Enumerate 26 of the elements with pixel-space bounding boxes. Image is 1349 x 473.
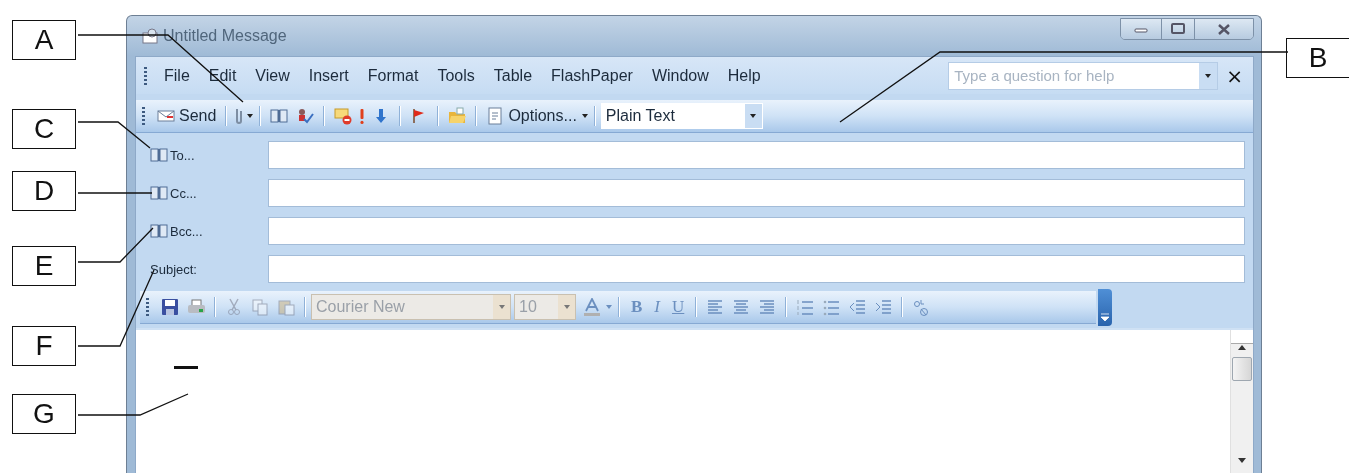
menu-item[interactable]: Tools (428, 62, 485, 89)
window-title: Untitled Message (163, 27, 287, 45)
menu-item[interactable]: File (155, 62, 200, 89)
field-label: Subject: (150, 261, 198, 277)
callout-label: G (12, 394, 76, 434)
close-document-button[interactable]: × (1226, 63, 1243, 88)
callout-label: F (12, 326, 76, 366)
menu-item[interactable]: Window (642, 62, 719, 89)
callout-label: C (12, 109, 76, 149)
menu-item[interactable]: FlashPaper (542, 62, 643, 89)
callout-label: E (12, 246, 76, 286)
callout-label: A (12, 20, 76, 60)
address-field-button[interactable]: Bcc... (150, 222, 268, 240)
address-field-button[interactable]: Cc... (150, 184, 268, 202)
send-button[interactable]: Send (153, 103, 221, 129)
callout-label: D (12, 171, 76, 211)
menu-item[interactable]: Insert (299, 62, 359, 89)
menu-item[interactable]: Format (358, 62, 429, 89)
callout-label: B (1286, 38, 1349, 78)
menu-item[interactable]: Table (484, 62, 543, 89)
menu-item[interactable]: View (246, 62, 300, 89)
address-field-button[interactable]: To... (150, 146, 268, 164)
menu-item[interactable]: Help (718, 62, 771, 89)
message-format-select[interactable]: Plain Text (600, 103, 763, 129)
options-button[interactable]: Options... (482, 103, 581, 129)
menu-item[interactable]: Edit (199, 62, 247, 89)
